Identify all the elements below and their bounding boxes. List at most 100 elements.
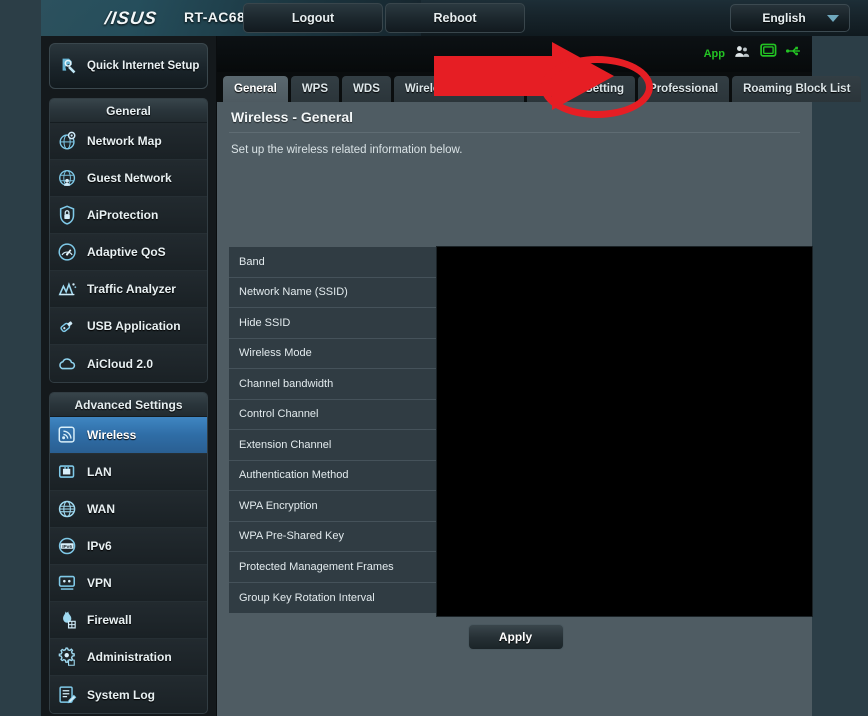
sidebar-item-quick-internet-setup[interactable]: Quick Internet Setup	[49, 43, 208, 89]
sidebar-item-wireless[interactable]: Wireless	[50, 417, 207, 454]
logout-button[interactable]: Logout	[243, 3, 383, 33]
sidebar-item-system-log[interactable]: System Log	[50, 676, 207, 713]
sidebar-group-advanced: Advanced Settings Wireless LAN WAN IPv6 …	[49, 392, 208, 714]
system-log-icon	[57, 684, 79, 706]
lan-icon	[57, 461, 79, 483]
field-label: Authentication Method	[239, 469, 349, 482]
wireless-icon	[57, 424, 79, 446]
sidebar-item-traffic-analyzer[interactable]: Traffic Analyzer	[50, 271, 207, 308]
field-label: Control Channel	[239, 408, 319, 421]
gauge-icon	[57, 241, 79, 263]
sidebar-item-label: Wireless	[87, 428, 137, 442]
sidebar-item-guest-network[interactable]: Guest Network	[50, 160, 207, 197]
field-label: Wireless Mode	[239, 347, 312, 360]
sidebar-item-label: Network Map	[87, 134, 162, 148]
table-row: Band	[229, 247, 436, 278]
sidebar-item-adaptive-qos[interactable]: Adaptive QoS	[50, 234, 207, 271]
tab-wps[interactable]: WPS	[290, 76, 340, 102]
top-bar: /ISUS RT-AC68U Logout Reboot English	[41, 0, 868, 36]
app-label[interactable]: App	[704, 48, 725, 60]
sidebar-item-label: AiProtection	[87, 208, 159, 222]
sidebar-item-wan[interactable]: WAN	[50, 491, 207, 528]
quick-setup-label: Quick Internet Setup	[87, 59, 200, 72]
table-row: Channel bandwidth	[229, 369, 436, 400]
sidebar-item-label: Traffic Analyzer	[87, 282, 176, 296]
sidebar-item-label: AiCloud 2.0	[87, 356, 154, 371]
sidebar-item-network-map[interactable]: Network Map	[50, 123, 207, 160]
tab-bar: General WPS WDS Wireless MAC Filter RADI…	[217, 72, 862, 102]
tab-general[interactable]: General	[223, 76, 288, 102]
tab-radius-setting[interactable]: RADIUS Setting	[526, 76, 636, 102]
status-icon-tray: App	[704, 43, 804, 64]
table-row: Control Channel	[229, 399, 436, 430]
usb-icon	[57, 315, 79, 337]
sidebar-item-label: WAN	[87, 502, 115, 516]
sidebar-item-aiprotection[interactable]: AiProtection	[50, 197, 207, 234]
ipv6-icon: IPv6	[57, 535, 79, 557]
language-selector[interactable]: English	[730, 4, 850, 32]
sidebar-item-label: System Log	[87, 687, 156, 702]
monitor-icon[interactable]	[760, 43, 777, 64]
chevron-down-icon	[827, 14, 839, 22]
table-row: Protected Management Frames	[229, 552, 436, 583]
apply-button[interactable]: Apply	[467, 624, 564, 650]
table-row: Network Name (SSID)	[229, 277, 436, 308]
clients-group-icon[interactable]	[734, 44, 751, 64]
sidebar-item-aicloud[interactable]: AiCloud 2.0	[50, 345, 207, 382]
svg-text:IPv6: IPv6	[62, 544, 72, 550]
apply-button-row: Apply	[229, 624, 802, 650]
tab-roaming-block-list[interactable]: Roaming Block List	[732, 76, 862, 102]
sidebar-item-label: Administration	[87, 650, 172, 664]
network-map-icon	[57, 130, 79, 152]
chart-icon	[57, 278, 79, 300]
field-label: Extension Channel	[239, 438, 332, 451]
wan-globe-icon	[57, 498, 79, 520]
sidebar-item-label: Guest Network	[87, 171, 172, 185]
quick-setup-icon	[58, 55, 80, 77]
sidebar-item-label: IPv6	[87, 539, 112, 553]
sidebar-group-advanced-header: Advanced Settings	[50, 393, 207, 417]
settings-label-column: Band Network Name (SSID) Hide SSID Wirel…	[229, 247, 436, 613]
page-title: Wireless - General	[231, 109, 354, 125]
field-label: Channel bandwidth	[239, 377, 334, 390]
guest-network-icon	[57, 167, 79, 189]
table-row: WPA Pre-Shared Key	[229, 521, 436, 552]
table-row: WPA Encryption	[229, 491, 436, 522]
settings-value-column-redacted	[436, 246, 813, 617]
shield-icon	[57, 204, 79, 226]
sidebar-item-vpn[interactable]: VPN	[50, 565, 207, 602]
main-content: App General WPS WDS Wireless MAC Filter …	[217, 36, 862, 716]
sidebar-item-administration[interactable]: Administration	[50, 639, 207, 676]
sidebar-item-lan[interactable]: LAN	[50, 454, 207, 491]
language-selector-label: English	[762, 11, 806, 25]
sidebar-item-ipv6[interactable]: IPv6 IPv6	[50, 528, 207, 565]
vpn-icon	[57, 572, 79, 594]
table-row: Hide SSID	[229, 308, 436, 339]
reboot-button[interactable]: Reboot	[385, 3, 525, 33]
field-label: WPA Encryption	[239, 499, 318, 512]
main-header-bar: App	[217, 36, 812, 72]
sidebar-item-label: Firewall	[87, 613, 132, 627]
field-label: Protected Management Frames	[239, 560, 394, 573]
sidebar: Quick Internet Setup General Network Map	[41, 36, 217, 716]
sidebar-item-label: USB Application	[87, 319, 181, 333]
sidebar-item-usb-application[interactable]: USB Application	[50, 308, 207, 345]
router-admin-page: /ISUS RT-AC68U Logout Reboot English Qui…	[0, 0, 868, 716]
sidebar-item-firewall[interactable]: Firewall	[50, 602, 207, 639]
usb-port-icon[interactable]	[786, 44, 804, 63]
table-row: Wireless Mode	[229, 338, 436, 369]
table-row: Group Key Rotation Interval	[229, 582, 436, 613]
tab-wireless-mac-filter[interactable]: Wireless MAC Filter	[393, 76, 524, 102]
field-label: Group Key Rotation Interval	[239, 591, 375, 604]
field-label: Band	[239, 255, 265, 268]
table-row: Authentication Method	[229, 460, 436, 491]
page-description: Set up the wireless related information …	[231, 144, 463, 156]
sidebar-group-general: General Network Map Guest Network AiProt…	[49, 98, 208, 383]
title-divider	[229, 132, 800, 133]
field-label: Network Name (SSID)	[239, 286, 348, 299]
tab-wds[interactable]: WDS	[342, 76, 391, 102]
field-label: Hide SSID	[239, 316, 291, 329]
tab-professional[interactable]: Professional	[638, 76, 730, 102]
settings-panel: Wireless - General Set up the wireless r…	[217, 102, 813, 716]
sidebar-item-label: LAN	[87, 465, 112, 479]
